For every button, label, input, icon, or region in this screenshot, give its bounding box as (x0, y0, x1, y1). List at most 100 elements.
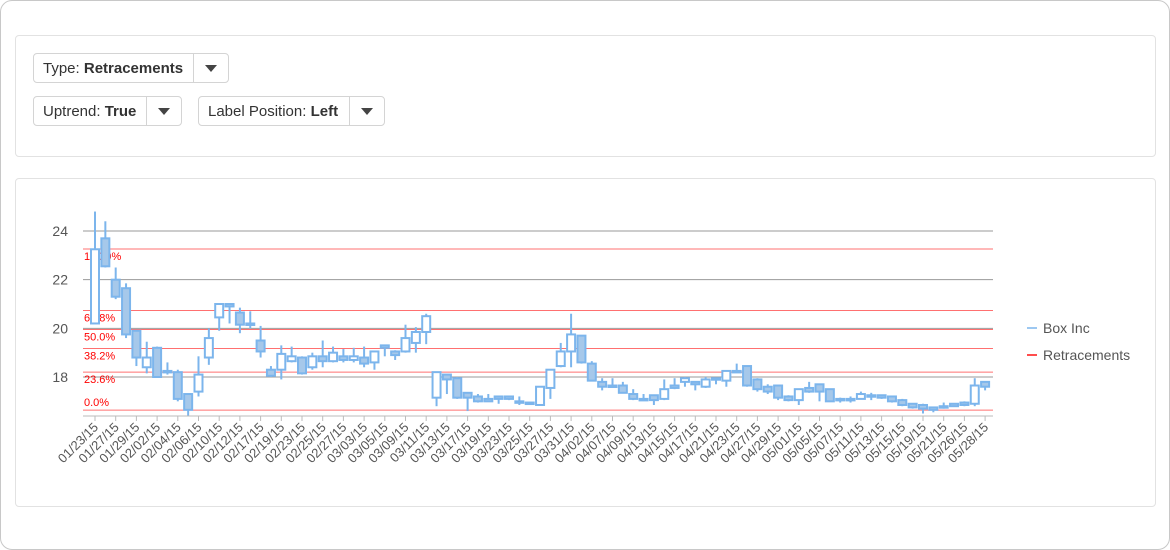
candle-body (297, 356, 307, 375)
candle (824, 388, 835, 403)
candle-body (866, 394, 877, 398)
candle-body (369, 350, 380, 364)
candle (504, 395, 514, 401)
candle-body (431, 371, 442, 399)
candle (90, 211, 100, 325)
candle (628, 389, 639, 401)
candle (379, 344, 390, 357)
candle (193, 356, 204, 397)
candle-body (949, 402, 960, 408)
candle-body (410, 330, 421, 344)
candle (617, 381, 628, 394)
candle-body (638, 397, 649, 402)
candle (400, 324, 411, 353)
candle (348, 347, 359, 363)
candle (100, 221, 111, 268)
candle (928, 406, 939, 413)
candle-body (617, 384, 628, 394)
candle (441, 373, 452, 395)
candle (773, 384, 784, 401)
candle (452, 377, 463, 399)
candle (679, 377, 690, 387)
y-tick-label: 22 (52, 272, 68, 288)
candle (897, 398, 908, 407)
candle (762, 384, 773, 395)
candle-body (131, 329, 142, 359)
candle-body (214, 303, 225, 319)
candle-body (607, 384, 618, 389)
candle (214, 303, 225, 331)
candle (224, 303, 235, 324)
candle-body (234, 311, 245, 326)
candle (390, 350, 401, 360)
candle-body (472, 395, 483, 403)
candle (535, 385, 546, 406)
candle-body (462, 391, 473, 399)
candle-body (731, 369, 742, 374)
candle (307, 352, 318, 370)
candle-body (348, 355, 359, 361)
candle (369, 350, 380, 370)
retracement-label: 0.0% (84, 397, 109, 409)
legend-item: Retracements (1043, 347, 1130, 363)
candle (472, 394, 483, 403)
candle-body (814, 383, 825, 393)
candle (545, 368, 556, 399)
candle-body (783, 395, 794, 402)
candle (938, 402, 949, 409)
candle (783, 395, 794, 402)
candle (483, 394, 494, 403)
candle (669, 378, 680, 390)
candle-body (669, 384, 680, 389)
candle-body (535, 385, 546, 406)
candle-body (959, 401, 970, 406)
candle-body (793, 388, 804, 402)
candle-body (845, 397, 856, 402)
y-tick-label: 24 (52, 223, 68, 239)
candle (524, 401, 535, 406)
candle-body (586, 362, 597, 382)
candle-body (648, 394, 659, 402)
candle-body (421, 315, 432, 333)
candle-body (804, 386, 815, 393)
candle (752, 378, 763, 392)
candle-body (576, 334, 587, 364)
retracement-label: 38.2% (84, 351, 115, 363)
candle (700, 377, 711, 388)
candle-body (504, 395, 514, 400)
candle-body (307, 355, 318, 369)
candle (255, 325, 266, 358)
candle-body (152, 346, 163, 378)
candle-body (193, 373, 204, 393)
candle (110, 267, 121, 300)
candle (855, 391, 866, 400)
candle (721, 369, 732, 387)
candle-body (876, 394, 887, 399)
candle (462, 391, 473, 412)
candle (121, 283, 132, 339)
candle-body (566, 333, 577, 353)
candle (265, 366, 276, 377)
candle (969, 378, 980, 407)
candle-body (690, 380, 701, 386)
candle-body (928, 406, 939, 411)
candle (742, 365, 753, 387)
candle (359, 346, 370, 368)
candle-body (265, 368, 276, 377)
y-tick-label: 18 (52, 369, 68, 385)
candle-body (524, 401, 535, 406)
y-axis: 18 20 22 24 (52, 223, 68, 385)
candle-body (762, 385, 773, 393)
candle-body (110, 278, 121, 298)
candle-body (711, 377, 721, 381)
candle-body (597, 380, 608, 388)
candle-body (721, 369, 732, 382)
candle (711, 377, 721, 385)
candle-body (452, 377, 463, 399)
candle (876, 394, 887, 399)
candle-body (483, 397, 494, 403)
candle-body (907, 402, 918, 409)
candle (203, 328, 214, 365)
candle-body (679, 377, 690, 383)
candle (845, 396, 856, 403)
